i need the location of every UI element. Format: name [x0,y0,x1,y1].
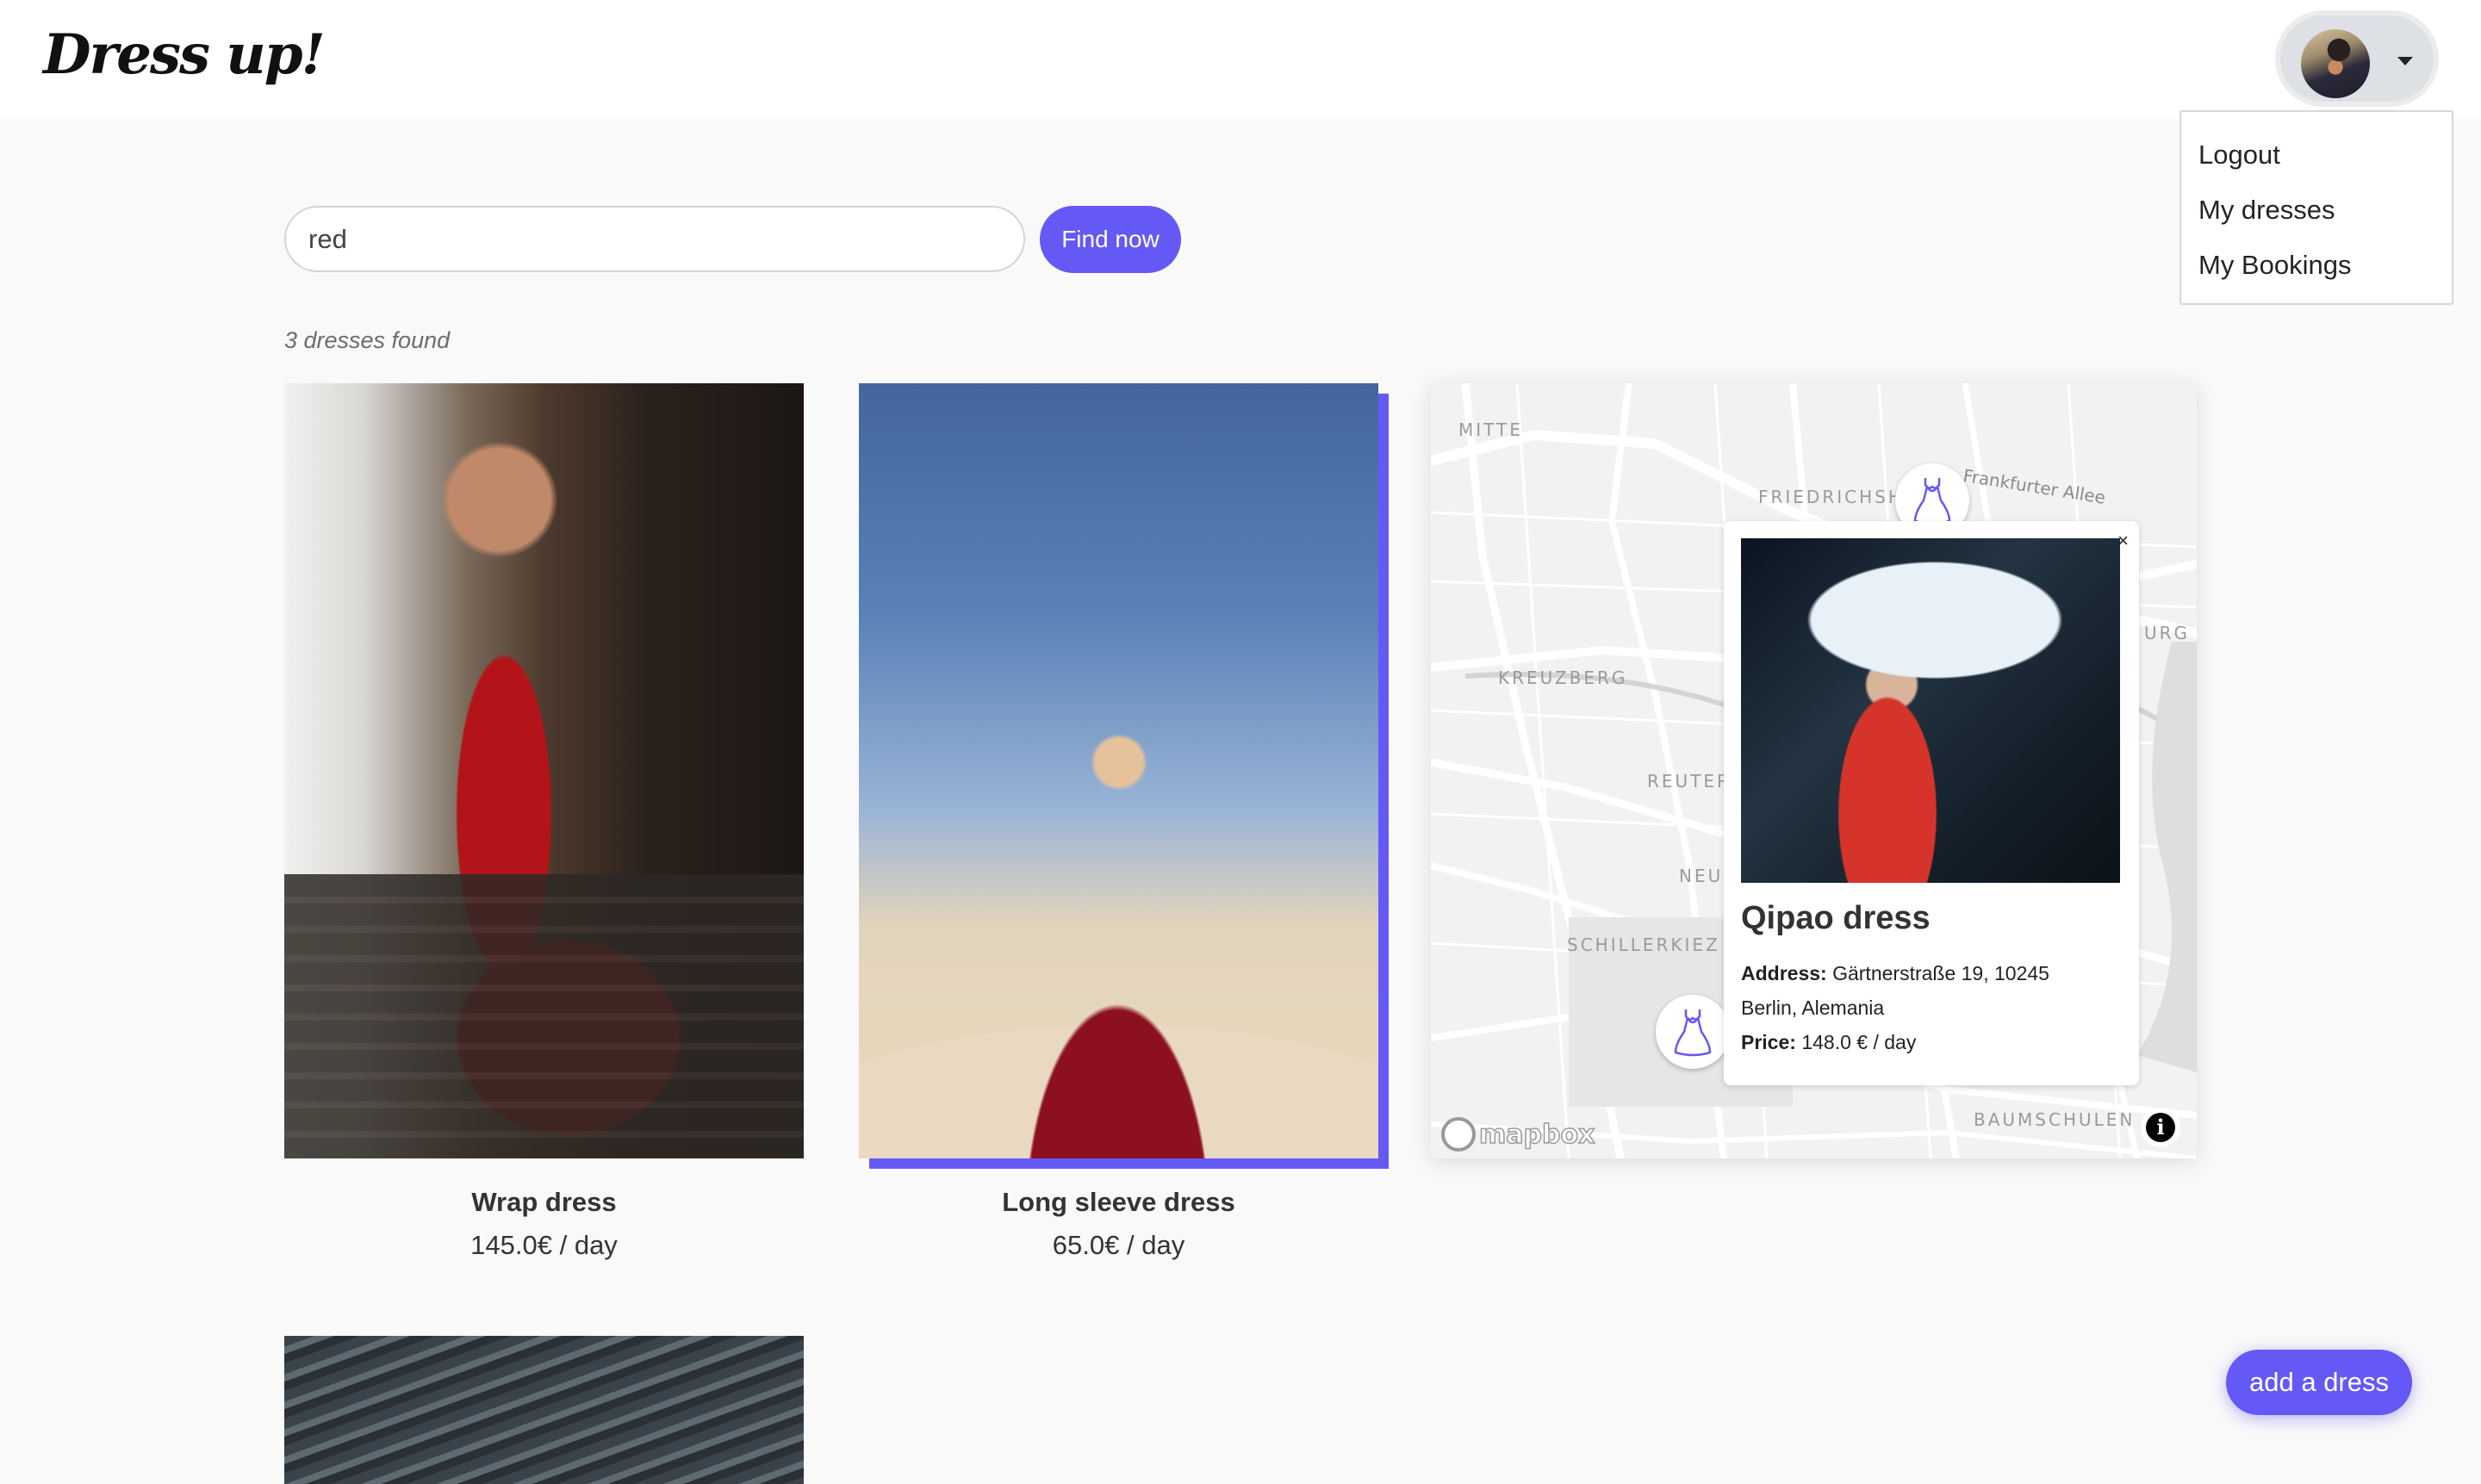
mapbox-icon [1441,1117,1476,1152]
menu-item-logout[interactable]: Logout [2181,127,2452,183]
dress-card-price: 145.0€ / day [470,1230,618,1260]
find-now-button[interactable]: Find now [1040,206,1181,273]
search-input[interactable] [284,206,1025,272]
dress-icon [1674,1009,1712,1057]
map-popup: × Qipao dress Address: Gärtnerstraße 19,… [1724,521,2139,1085]
popup-title: Qipao dress [1741,900,1931,936]
user-menu-toggle[interactable] [2275,10,2439,107]
map-label: REUTER [1647,771,1732,792]
info-icon[interactable]: i [2146,1113,2175,1142]
map-label: NEU [1679,866,1724,886]
navbar: Dress up! [0,0,2481,119]
results-count: 3 dresses found [284,327,451,353]
dress-card-image-qipao-dress[interactable] [284,1336,804,1484]
mapbox-wordmark: mapbox [1478,1119,1595,1151]
menu-item-my-bookings[interactable]: My Bookings [2181,238,2452,293]
dress-card-price: 65.0€ / day [1052,1230,1185,1260]
avatar[interactable] [2301,29,2370,98]
dress-card-title[interactable]: Wrap dress [284,1187,804,1218]
caret-down-icon [2397,57,2413,65]
address-label: Address: [1741,962,1827,984]
mapbox-logo[interactable]: mapbox [1441,1117,1595,1152]
address-line2: Berlin, Alemania [1741,997,1885,1019]
popup-price: Price: 148.0 € / day [1741,1031,1916,1054]
map-label: KREUZBERG [1498,667,1628,688]
map-label: FRIEDRICHSH [1758,487,1904,507]
address-line1: Gärtnerstraße 19, 10245 [1832,962,2049,984]
map[interactable]: MITTE FRIEDRICHSH KREUZBERG REUTER NEU S… [1431,383,2197,1158]
close-icon[interactable]: × [2117,530,2129,552]
dress-icon [1913,478,1951,525]
popup-address: Address: Gärtnerstraße 19, 10245 [1741,962,2049,985]
dress-card-title[interactable]: Long sleeve dress [859,1187,1378,1218]
add-dress-button[interactable]: add a dress [2226,1350,2412,1415]
map-label: SCHILLERKIEZ [1567,934,1720,955]
dress-card-image-wrap-dress[interactable] [284,383,804,1158]
map-label: URG [2144,623,2191,643]
price-value: 148.0 € / day [1801,1031,1917,1053]
menu-item-my-dresses[interactable]: My dresses [2181,183,2452,238]
map-label: BAUMSCHULEN [1974,1109,2136,1130]
dress-card-image-long-sleeve-dress[interactable] [859,383,1378,1158]
user-dropdown-menu: Logout My dresses My Bookings [2179,110,2453,305]
popup-dress-image[interactable] [1741,538,2120,883]
price-label: Price: [1741,1031,1796,1053]
logo[interactable]: Dress up! [43,22,326,87]
dress-map-marker[interactable] [1656,995,1730,1069]
map-label: MITTE [1458,419,1523,440]
